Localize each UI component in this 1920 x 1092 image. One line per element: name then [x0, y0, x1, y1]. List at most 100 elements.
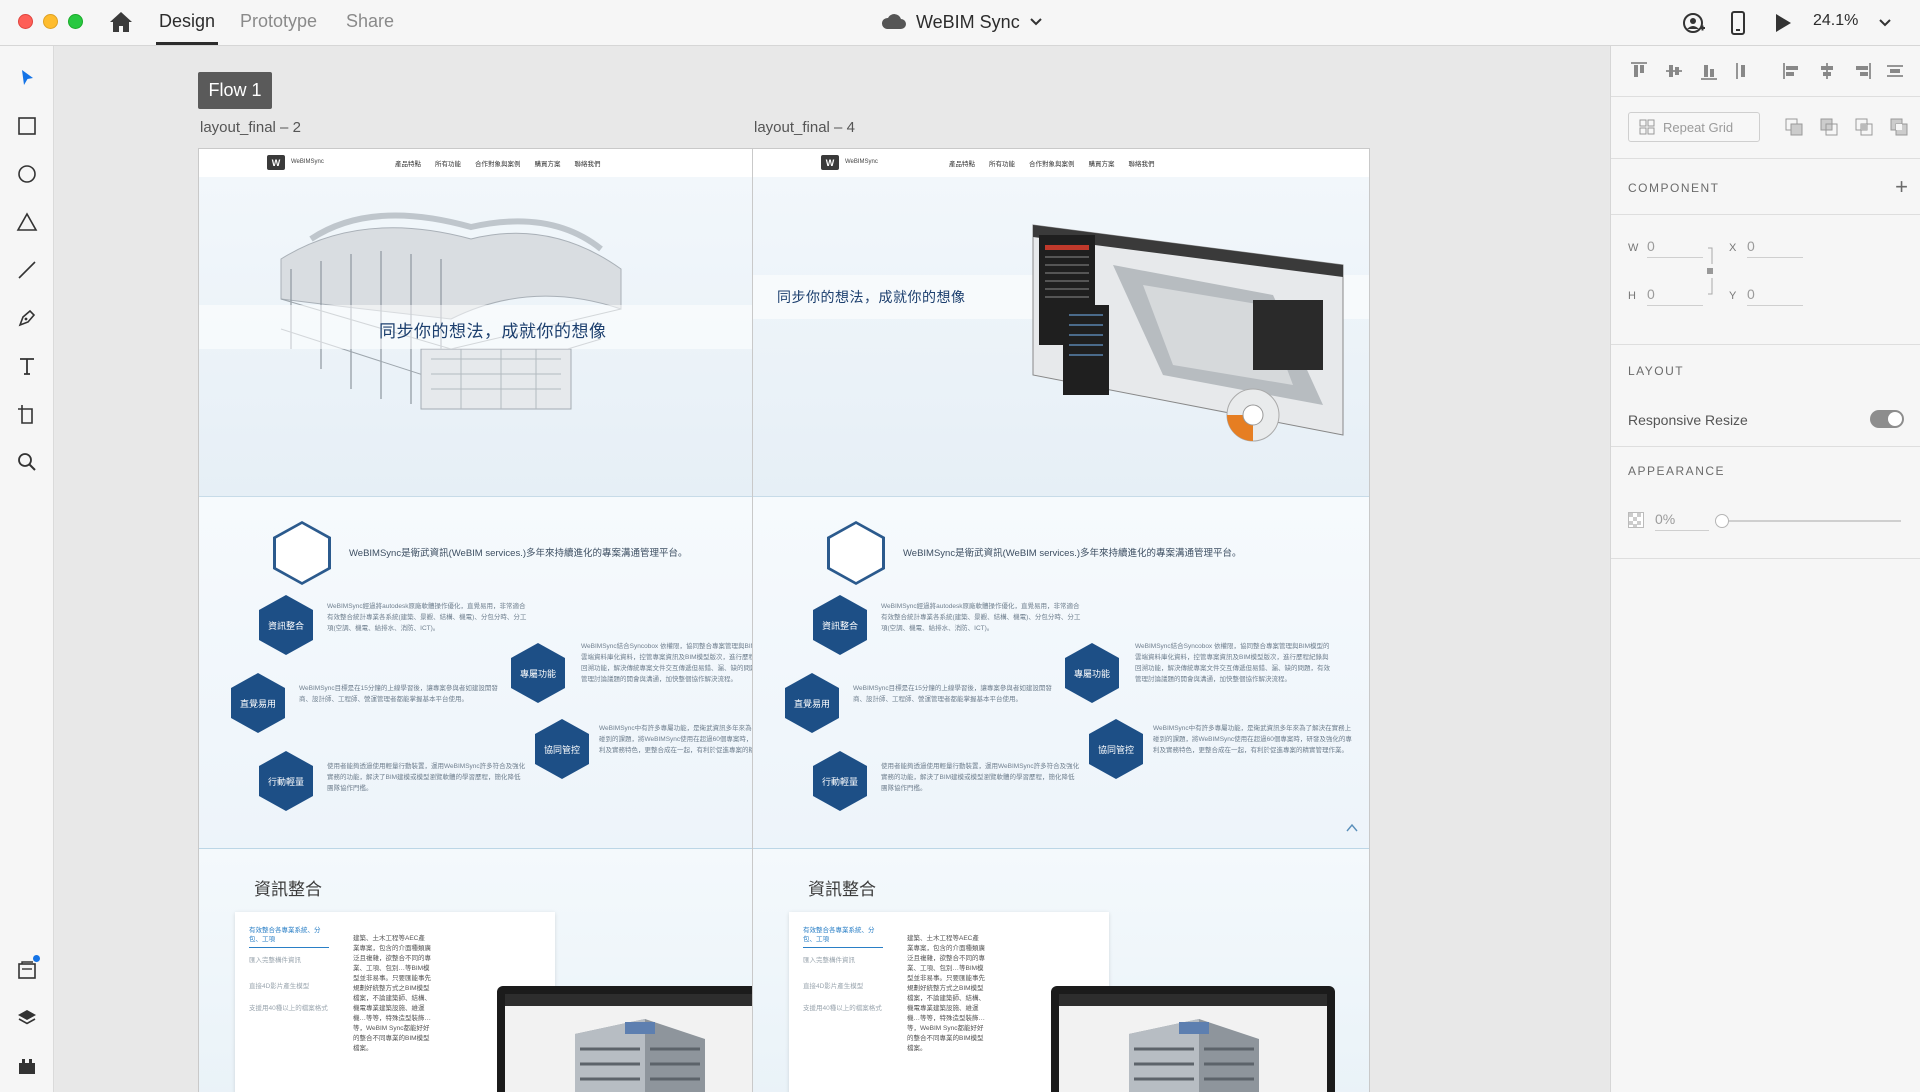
site-navbar: W WeBIMSync 產品特點 所有功能 合作對象與案例 購買方案 聯絡我們	[753, 149, 1369, 177]
feature-hex: 資訊整合	[813, 595, 867, 655]
opacity-slider-knob[interactable]	[1715, 514, 1729, 528]
info-integration-section: 資訊整合 有效整合各專業系統、分包、工項 匯入完整構件資訊 直接4D影片產生模型…	[199, 849, 815, 1092]
site-brand: WeBIMSync	[845, 159, 878, 165]
boolean-intersect-icon[interactable]	[1853, 116, 1875, 138]
hero-banner: 同步你的想法，成就你的想像	[199, 177, 815, 513]
card-body-text: 建築、土木工程等AEC產業專案，包含的介面種類廣泛且複雜，欲整合不同的專業、工項…	[353, 935, 431, 1052]
feature-hex: 直覺易用	[785, 673, 839, 733]
plugins-icon	[19, 1059, 35, 1074]
feature-hex: 專屬功能	[1065, 643, 1119, 703]
text-icon	[20, 358, 34, 375]
distribute-vertical-icon[interactable]	[1731, 60, 1753, 82]
rectangle-tool[interactable]	[13, 112, 41, 140]
site-menu: 產品特點 所有功能 合作對象與案例 購買方案 聯絡我們	[395, 158, 601, 168]
flow-start-badge[interactable]: Flow 1	[198, 72, 272, 109]
assets-panel-button[interactable]	[13, 954, 41, 984]
artboard-label[interactable]: layout_final – 2	[200, 119, 301, 136]
align-left-icon[interactable]	[1781, 60, 1803, 82]
card-body-text: 建築、土木工程等AEC產業專案，包含的介面種類廣泛且複雜，欲整合不同的專業、工項…	[907, 935, 985, 1052]
artboard-tool[interactable]	[13, 400, 41, 428]
text-tool[interactable]	[13, 352, 41, 380]
align-right-icon[interactable]	[1851, 60, 1873, 82]
top-toolbar: Design Prototype Share WeBIM Sync 24.1%	[0, 0, 1920, 46]
card-tab: 支援用40種以上的檔案格式	[803, 1005, 882, 1012]
tablet-screen	[1059, 994, 1327, 1092]
align-top-icon[interactable]	[1628, 60, 1650, 82]
info-integration-section: 資訊整合 有效整合各專業系統、分包、工項 匯入完整構件資訊 直接4D影片產生模型…	[753, 849, 1369, 1092]
zoom-level[interactable]: 24.1%	[1813, 12, 1858, 30]
ellipse-tool[interactable]	[13, 160, 41, 188]
card-tab: 匯入完整構件資訊	[249, 957, 301, 964]
height-input[interactable]: 0	[1647, 286, 1703, 306]
feature-hex: 直覺易用	[231, 673, 285, 733]
play-preview-icon[interactable]	[1770, 10, 1796, 36]
tab-share[interactable]: Share	[346, 11, 394, 32]
plugins-panel-button[interactable]	[13, 1052, 41, 1080]
opacity-checker-icon	[1628, 512, 1644, 528]
boolean-subtract-icon[interactable]	[1818, 116, 1840, 138]
layers-panel-button[interactable]	[13, 1004, 41, 1032]
artboard-layout-final-2[interactable]: W WeBIMSync 產品特點 所有功能 合作對象與案例 購買方案 聯絡我們 …	[198, 148, 816, 1092]
feature-text: 使用者能夠透過使用輕量行動裝置，運用WeBIMSync許多符合及強化實務的功能，…	[881, 763, 1080, 792]
x-input[interactable]: 0	[1747, 238, 1803, 258]
zoom-window-button[interactable]	[68, 14, 83, 29]
site-menu-item: 所有功能	[989, 161, 1015, 168]
document-title: WeBIM Sync	[916, 11, 1020, 32]
left-toolbar	[0, 46, 54, 1092]
artboard-icon	[18, 405, 33, 424]
boolean-add-icon[interactable]	[1783, 116, 1805, 138]
panel-divider	[1611, 158, 1920, 159]
feature-text: WeBIMSync中有許多專屬功能，是衛武資訊多年來為了解決在實務上碰到的課題，…	[1153, 725, 1352, 754]
y-input[interactable]: 0	[1747, 286, 1803, 306]
device-preview-icon[interactable]	[1725, 10, 1751, 36]
artboard-label[interactable]: layout_final – 4	[754, 119, 855, 136]
design-canvas[interactable]: Flow 1 layout_final – 2 W WeBIMSync 產品特點…	[55, 46, 1609, 1092]
width-input[interactable]: 0	[1647, 238, 1703, 258]
card-tab: 有效整合各專業系統、分包、工項	[803, 926, 883, 948]
hero-banner: 同步你的想法，成就你的想像	[753, 177, 1369, 513]
feature-text: WeBIMSync經過將autodesk原廠軟體操作優化，直覺易用，非常適合有效…	[881, 603, 1081, 632]
polygon-tool[interactable]	[13, 208, 41, 236]
tab-design[interactable]: Design	[159, 11, 215, 32]
select-tool[interactable]	[13, 64, 41, 92]
layers-icon	[18, 1010, 36, 1025]
home-icon[interactable]	[108, 10, 134, 34]
document-title-menu[interactable]: WeBIM Sync	[880, 9, 1042, 35]
bim-building-image	[505, 994, 773, 1092]
feature-hex: 專屬功能	[511, 643, 565, 703]
app-screens-mockup-image	[1032, 224, 1344, 442]
site-menu-item: 產品特點	[949, 161, 975, 168]
opacity-input[interactable]: 0%	[1655, 511, 1709, 531]
invite-user-icon[interactable]	[1681, 10, 1707, 36]
close-window-button[interactable]	[18, 14, 33, 29]
line-tool[interactable]	[13, 256, 41, 284]
minimize-window-button[interactable]	[43, 14, 58, 29]
opacity-slider-track[interactable]	[1721, 520, 1901, 522]
tablet-screen	[505, 994, 773, 1092]
zoom-tool[interactable]	[13, 448, 41, 476]
distribute-horizontal-icon[interactable]	[1884, 60, 1906, 82]
features-section: WeBIMSync是衛武資訊(WeBIM services.)多年來持續進化的專…	[753, 497, 1369, 849]
feature-text: WeBIMSync目標是在15分鐘的上線學習後，讓專案參與者如建設開發商、設計師…	[853, 685, 1052, 703]
responsive-resize-toggle[interactable]	[1870, 410, 1904, 428]
panel-divider	[1611, 558, 1920, 559]
site-menu-item: 聯絡我們	[574, 161, 601, 168]
align-center-icon[interactable]	[1816, 60, 1838, 82]
site-menu-item: 所有功能	[435, 161, 461, 168]
artboard-layout-final-4[interactable]: W WeBIMSync 產品特點 所有功能 合作對象與案例 購買方案 聯絡我們	[752, 148, 1370, 1092]
align-middle-icon[interactable]	[1663, 60, 1685, 82]
repeat-grid-button[interactable]: Repeat Grid	[1628, 112, 1760, 142]
card-tab: 支援用40種以上的檔案格式	[249, 1005, 328, 1012]
bim-building-image	[1059, 994, 1327, 1092]
align-bottom-icon[interactable]	[1698, 60, 1720, 82]
lock-aspect-icon[interactable]	[1704, 246, 1716, 296]
site-menu: 產品特點 所有功能 合作對象與案例 購買方案 聯絡我們	[949, 158, 1155, 168]
panel-divider	[1611, 214, 1920, 215]
boolean-exclude-icon[interactable]	[1888, 116, 1910, 138]
zoom-chevron-down-icon[interactable]	[1872, 10, 1898, 36]
pen-tool[interactable]	[13, 304, 41, 332]
feature-text: 使用者能夠透過使用輕量行動裝置，運用WeBIMSync許多符合及強化實務的功能，…	[327, 763, 526, 792]
add-component-icon[interactable]: +	[1895, 176, 1908, 198]
tab-prototype[interactable]: Prototype	[240, 11, 317, 32]
tablet-mockup	[497, 986, 781, 1092]
